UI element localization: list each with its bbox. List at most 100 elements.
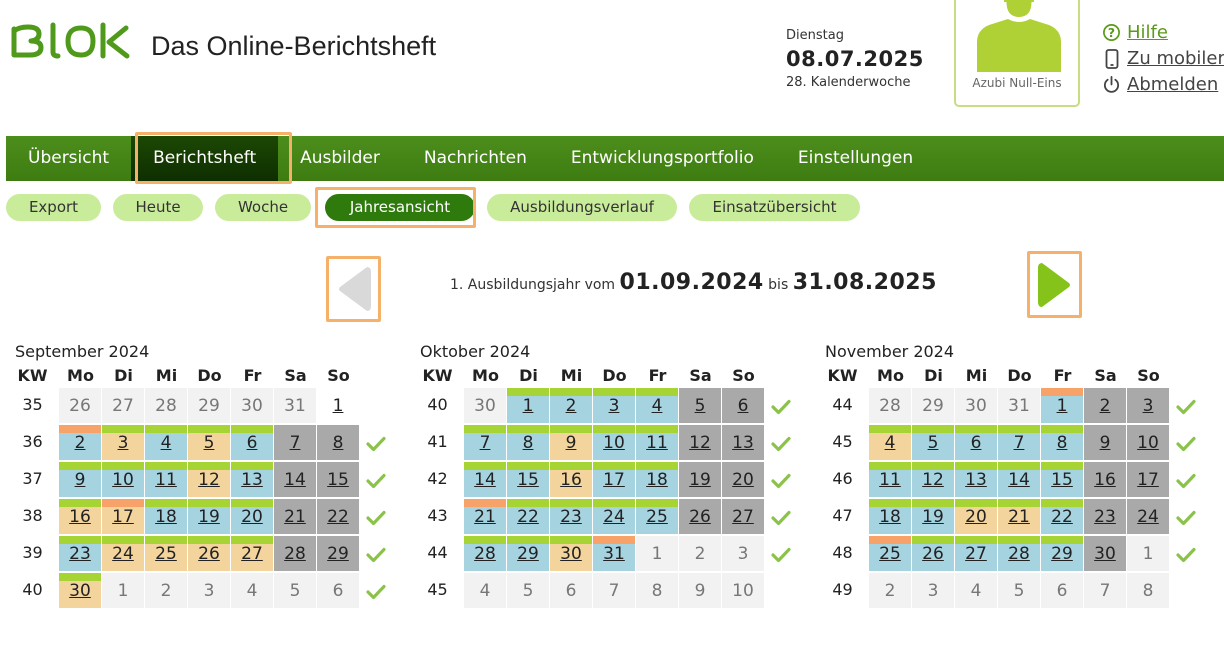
calendar-day-link[interactable]: 26 [188,536,230,571]
calendar-day-link[interactable]: 13 [722,425,764,460]
calendar-day-link[interactable]: 2 [59,425,101,460]
subnav-ausbildungsverlauf[interactable]: Ausbildungsverlauf [487,194,677,221]
subnav-export[interactable]: Export [6,194,101,221]
calendar-day-link[interactable]: 29 [1041,536,1083,571]
calendar-day-link[interactable]: 14 [464,462,506,497]
calendar-day-link[interactable]: 4 [869,425,911,460]
calendar-day-link[interactable]: 13 [231,462,273,497]
calendar-day-link[interactable]: 22 [317,499,359,534]
calendar-day-link[interactable]: 5 [912,425,954,460]
calendar-day-link[interactable]: 17 [593,462,635,497]
calendar-day-link[interactable]: 18 [636,462,678,497]
calendar-day-link[interactable]: 15 [1041,462,1083,497]
calendar-day-link[interactable]: 19 [679,462,721,497]
calendar-day-link[interactable]: 7 [464,425,506,460]
calendar-day-link[interactable]: 28 [998,536,1040,571]
calendar-day-link[interactable]: 7 [274,425,316,460]
calendar-day-link[interactable]: 5 [679,388,721,423]
calendar-day-link[interactable]: 12 [188,462,230,497]
calendar-day-link[interactable]: 6 [955,425,997,460]
calendar-day-link[interactable]: 20 [722,462,764,497]
subnav-woche[interactable]: Woche [215,194,311,221]
calendar-day-link[interactable]: 24 [102,536,144,571]
calendar-day-link[interactable]: 8 [1041,425,1083,460]
calendar-day-link[interactable]: 15 [317,462,359,497]
calendar-day-link[interactable]: 29 [317,536,359,571]
calendar-day-link[interactable]: 3 [102,425,144,460]
subnav-einsatzuebersicht[interactable]: Einsatzübersicht [689,194,860,221]
logout-link[interactable]: Abmelden [1101,74,1224,95]
calendar-day-link[interactable]: 1 [1041,388,1083,423]
calendar-day-link[interactable]: 31 [593,536,635,571]
subnav-heute[interactable]: Heute [113,194,203,221]
calendar-day-link[interactable]: 27 [722,499,764,534]
calendar-day-link[interactable]: 30 [550,536,592,571]
calendar-day-link[interactable]: 12 [679,425,721,460]
calendar-day-link[interactable]: 6 [231,425,273,460]
calendar-day-link[interactable]: 21 [464,499,506,534]
calendar-day-link[interactable]: 23 [1084,499,1126,534]
calendar-day-link[interactable]: 10 [1127,425,1169,460]
nav-entwicklungsportfolio[interactable]: Entwicklungsportfolio [549,136,776,181]
calendar-day-link[interactable]: 22 [1041,499,1083,534]
nav-ausbilder[interactable]: Ausbilder [278,136,402,181]
calendar-day-link[interactable]: 16 [550,462,592,497]
calendar-day-link[interactable]: 19 [912,499,954,534]
calendar-day-link[interactable]: 1 [317,388,359,423]
calendar-day-link[interactable]: 17 [1127,462,1169,497]
calendar-day-link[interactable]: 30 [1084,536,1126,571]
calendar-day-link[interactable]: 25 [869,536,911,571]
calendar-day-link[interactable]: 9 [550,425,592,460]
calendar-day-link[interactable]: 16 [1084,462,1126,497]
calendar-day-link[interactable]: 11 [636,425,678,460]
calendar-day-link[interactable]: 24 [593,499,635,534]
calendar-day-link[interactable]: 8 [317,425,359,460]
calendar-day-link[interactable]: 27 [231,536,273,571]
calendar-day-link[interactable]: 26 [912,536,954,571]
calendar-day-link[interactable]: 1 [507,388,549,423]
mobile-link[interactable]: Zu mobiler [1101,48,1224,69]
calendar-day-link[interactable]: 28 [274,536,316,571]
previous-year-button[interactable] [326,256,381,322]
calendar-day-link[interactable]: 20 [955,499,997,534]
calendar-day-link[interactable]: 30 [59,573,101,608]
calendar-day-link[interactable]: 19 [188,499,230,534]
nav-uebersicht[interactable]: Übersicht [6,136,131,181]
next-year-button[interactable] [1027,251,1082,318]
calendar-day-link[interactable]: 28 [464,536,506,571]
calendar-day-link[interactable]: 29 [507,536,549,571]
calendar-day-link[interactable]: 27 [955,536,997,571]
calendar-day-link[interactable]: 9 [1084,425,1126,460]
calendar-day-link[interactable]: 15 [507,462,549,497]
calendar-day-link[interactable]: 23 [59,536,101,571]
calendar-day-link[interactable]: 12 [912,462,954,497]
calendar-day-link[interactable]: 21 [998,499,1040,534]
help-link[interactable]: ? Hilfe [1101,22,1224,43]
calendar-day-link[interactable]: 18 [145,499,187,534]
calendar-day-link[interactable]: 17 [102,499,144,534]
calendar-day-link[interactable]: 25 [636,499,678,534]
calendar-day-link[interactable]: 14 [998,462,1040,497]
calendar-day-link[interactable]: 25 [145,536,187,571]
calendar-day-link[interactable]: 13 [955,462,997,497]
calendar-day-link[interactable]: 9 [59,462,101,497]
calendar-day-link[interactable]: 20 [231,499,273,534]
calendar-day-link[interactable]: 24 [1127,499,1169,534]
calendar-day-link[interactable]: 3 [593,388,635,423]
calendar-day-link[interactable]: 2 [1084,388,1126,423]
calendar-day-link[interactable]: 23 [550,499,592,534]
calendar-day-link[interactable]: 5 [188,425,230,460]
calendar-day-link[interactable]: 21 [274,499,316,534]
calendar-day-link[interactable]: 2 [550,388,592,423]
calendar-day-link[interactable]: 4 [145,425,187,460]
calendar-day-link[interactable]: 4 [636,388,678,423]
calendar-day-link[interactable]: 6 [722,388,764,423]
user-profile[interactable]: Azubi Null-Eins [954,0,1080,107]
calendar-day-link[interactable]: 18 [869,499,911,534]
calendar-day-link[interactable]: 7 [998,425,1040,460]
calendar-day-link[interactable]: 11 [869,462,911,497]
nav-nachrichten[interactable]: Nachrichten [402,136,549,181]
calendar-day-link[interactable]: 14 [274,462,316,497]
calendar-day-link[interactable]: 10 [102,462,144,497]
calendar-day-link[interactable]: 11 [145,462,187,497]
